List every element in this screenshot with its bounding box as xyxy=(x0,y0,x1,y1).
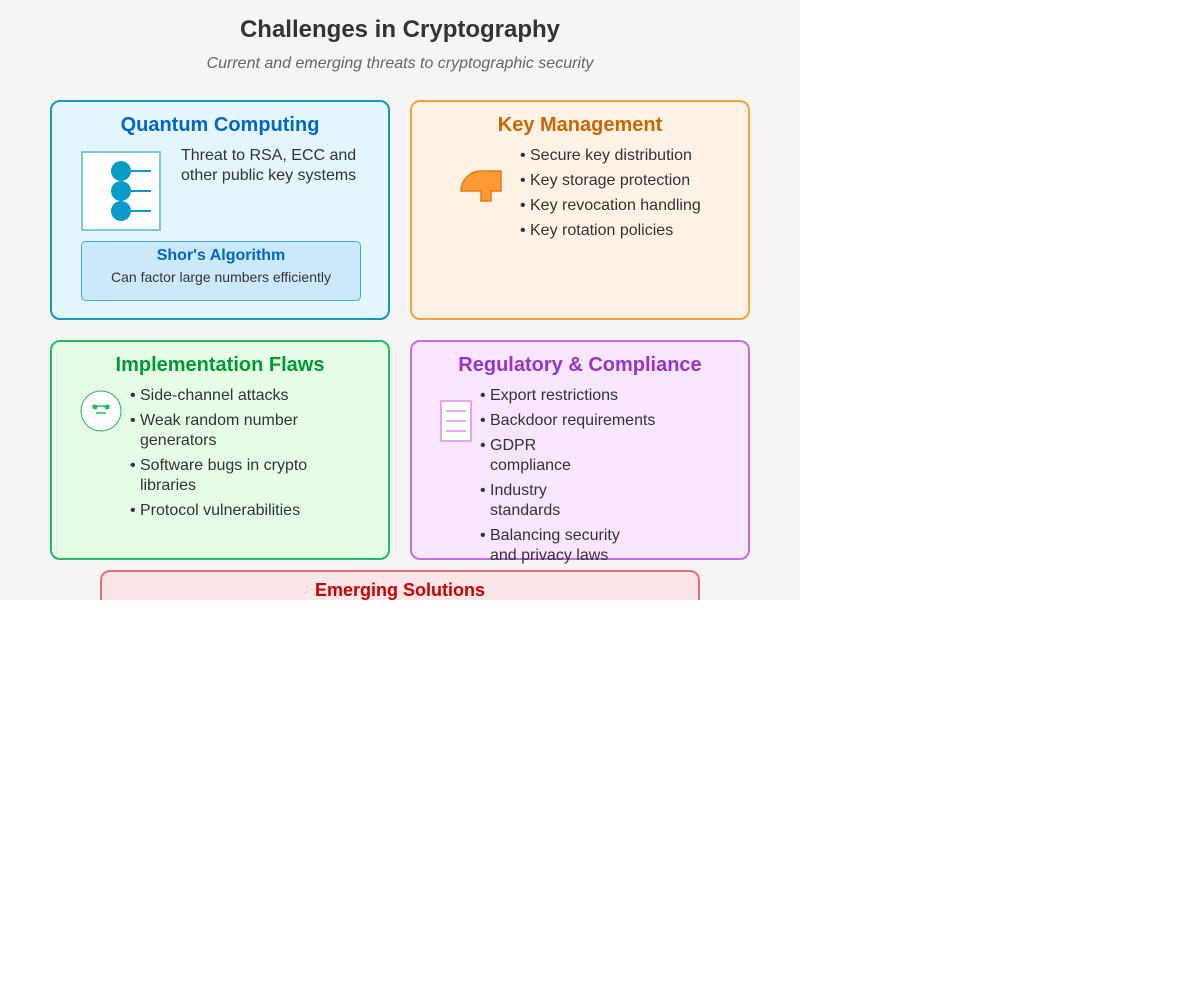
page-title: Challenges in Cryptography xyxy=(239,16,561,43)
regulatory-compliance-title: Regulatory & Compliance xyxy=(458,354,702,376)
list-item: Key rotation policies xyxy=(520,221,740,241)
regulatory-compliance-list: Export restrictions Backdoor requirement… xyxy=(480,386,655,571)
shors-algorithm-title: Shor's Algorithm xyxy=(156,247,286,264)
list-item: Key revocation handling xyxy=(520,196,740,216)
list-item: Software bugs in crypto libraries xyxy=(130,456,330,496)
regulatory-compliance-card: Regulatory & Compliance Export restricti… xyxy=(410,340,750,564)
qubit-circuit-icon xyxy=(81,151,161,231)
emerging-solutions-title: Emerging Solutions xyxy=(314,580,485,600)
list-item: Backdoor requirements xyxy=(480,411,655,431)
list-item: Industry standards xyxy=(480,481,620,521)
quantum-threat-description: Threat to RSA, ECC and other public key … xyxy=(181,147,357,184)
shors-algorithm-text: Can factor large numbers efficiently xyxy=(111,269,331,285)
key-management-list: Secure key distribution Key storage prot… xyxy=(520,146,740,246)
key-management-title: Key Management xyxy=(497,114,663,136)
list-item: Weak random number generators xyxy=(130,411,330,451)
list-item: Protocol vulnerabilities xyxy=(130,501,330,521)
shors-algorithm-callout: Shor's Algorithm Can factor large number… xyxy=(81,241,361,301)
list-item: Key storage protection xyxy=(520,171,740,191)
quantum-computing-title: Quantum Computing xyxy=(120,114,320,136)
implementation-flaws-title: Implementation Flaws xyxy=(115,354,325,376)
implementation-flaws-list: Side-channel attacks Weak random number … xyxy=(130,386,330,526)
bug-face-icon xyxy=(80,390,122,432)
page-subtitle: Current and emerging threats to cryptogr… xyxy=(206,55,594,72)
implementation-flaws-card: Implementation Flaws Side-channel attack… xyxy=(50,340,390,560)
key-icon xyxy=(460,170,502,202)
key-management-card: Key Management Secure key distribution K… xyxy=(410,100,750,320)
document-icon xyxy=(440,400,472,442)
list-item: Secure key distribution xyxy=(520,146,740,166)
list-item: Side-channel attacks xyxy=(130,386,330,406)
list-item: Balancing security and privacy laws xyxy=(480,526,620,566)
quantum-computing-card: Quantum Computing Threat to RSA, ECC and… xyxy=(50,100,390,320)
emerging-solutions-card: Emerging Solutions xyxy=(100,570,700,600)
list-item: Export restrictions xyxy=(480,386,620,406)
list-item: GDPR compliance xyxy=(480,436,620,476)
diagram-canvas: Challenges in Cryptography Current and e… xyxy=(0,0,800,600)
